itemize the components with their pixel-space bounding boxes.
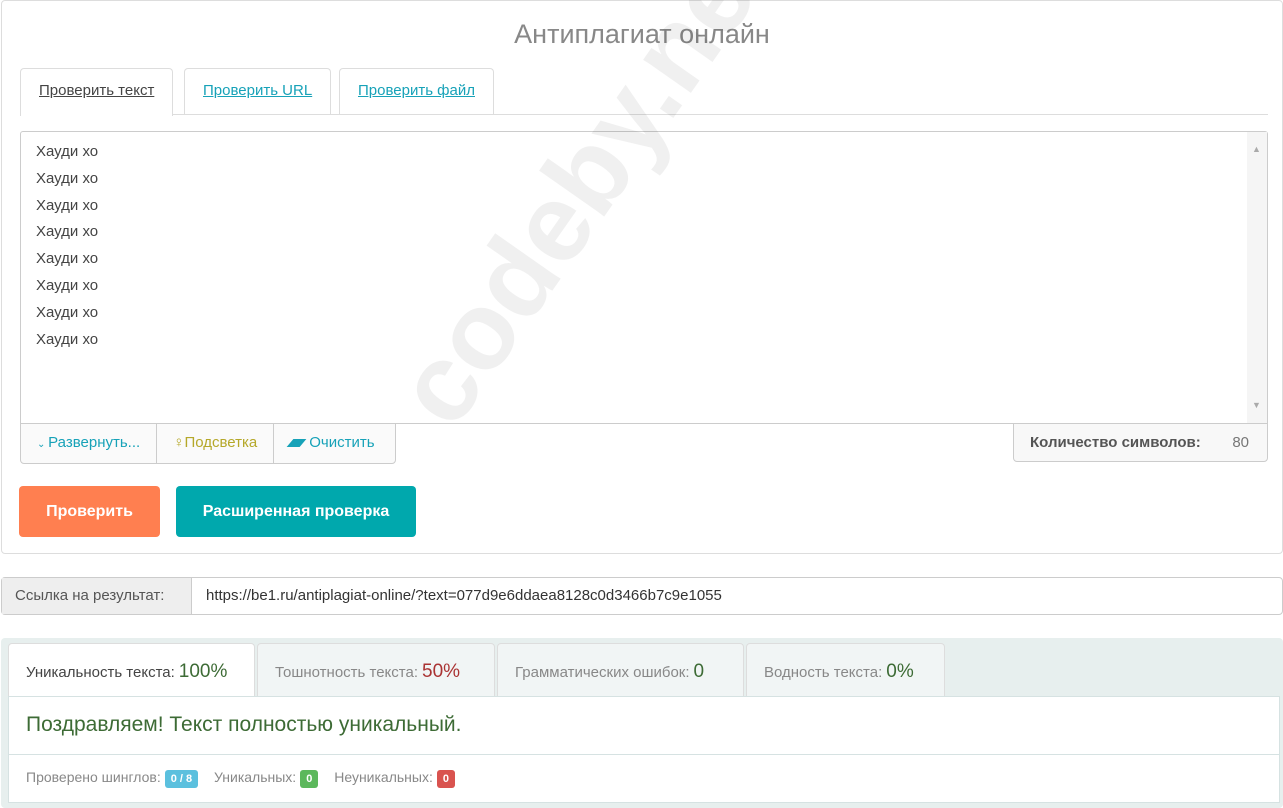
- text-input[interactable]: Хауди хо Хауди хо Хауди хо Хауди хо Хауд…: [20, 131, 1268, 424]
- results-panel: Уникальность текста: 100% Тошнотность тек…: [1, 638, 1283, 808]
- result-message: Поздравляем! Текст полностью уникальный.: [9, 697, 1279, 755]
- water-value: 0%: [886, 661, 914, 682]
- checker-card: Антиплагиат онлайн Проверить текст Прове…: [1, 0, 1283, 554]
- lightbulb-icon: ♀: [173, 434, 185, 451]
- tab-check-url[interactable]: Проверить URL: [184, 68, 332, 115]
- advanced-check-button[interactable]: Расширенная проверка: [176, 486, 416, 537]
- nonunique-badge: 0: [436, 770, 455, 788]
- char-count-value: 80: [1232, 434, 1249, 451]
- page-title: Антиплагиат онлайн: [514, 19, 770, 49]
- result-link-group: Ссылка на результат: https://be1.ru/anti…: [1, 577, 1283, 615]
- tab-check-file[interactable]: Проверить файл: [339, 68, 494, 115]
- results-body: Поздравляем! Текст полностью уникальный.…: [8, 696, 1280, 803]
- tab-grammar[interactable]: Грамматических ошибок: 0: [497, 643, 744, 696]
- highlight-button[interactable]: ♀Подсветка: [157, 424, 275, 463]
- tab-water[interactable]: Водность текста: 0%: [746, 643, 945, 696]
- water-label: Водность текста:: [764, 664, 883, 681]
- clear-label: Очистить: [309, 434, 375, 451]
- tab-nausea[interactable]: Тошнотность текста: 50%: [257, 643, 495, 696]
- scroll-down-icon[interactable]: ▼: [1252, 392, 1261, 419]
- grammar-value: 0: [693, 661, 705, 682]
- clear-button[interactable]: Очистить: [274, 424, 394, 463]
- text-line: Хауди хо: [36, 276, 99, 294]
- nausea-value: 50%: [422, 661, 461, 682]
- check-button[interactable]: Проверить: [19, 486, 160, 537]
- shingle-stats: Проверено шинглов: 0 / 8 Уникальных: 0 Неу…: [9, 755, 1279, 802]
- text-line: Хауди хо: [36, 143, 99, 160]
- chevron-down-icon: ⌄: [37, 439, 49, 450]
- uniqueness-value: 100%: [178, 661, 228, 682]
- text-line: Хауди хо: [36, 196, 99, 214]
- tab-check-text[interactable]: Проверить текст: [20, 68, 174, 116]
- shingles-badge: 0 / 8: [164, 770, 199, 788]
- text-toolbar: ⌄ Развернуть... ♀Подсветка Очистить: [20, 423, 396, 464]
- shingles-label: Проверено шинглов:: [26, 769, 161, 785]
- expand-label: Развернуть...: [48, 434, 141, 451]
- expand-button[interactable]: ⌄ Развернуть...: [21, 424, 158, 463]
- text-line: Хауди хо: [36, 169, 99, 187]
- text-line: Хауди хо: [36, 303, 99, 321]
- unique-badge: 0: [300, 770, 319, 788]
- scroll-up-icon[interactable]: ▲: [1252, 136, 1261, 163]
- text-line: Хауди хо: [36, 250, 99, 268]
- uniqueness-label: Уникальность текста:: [26, 664, 175, 681]
- result-link-label: Ссылка на результат:: [2, 578, 192, 614]
- char-count: Количество символов: 80: [1013, 423, 1268, 462]
- text-line: Хауди хо: [36, 223, 99, 241]
- text-line: Хауди хо: [36, 330, 99, 348]
- tab-uniqueness[interactable]: Уникальность текста: 100%: [8, 643, 255, 697]
- char-count-label: Количество символов:: [1030, 434, 1201, 451]
- highlight-label: Подсветка: [184, 434, 258, 451]
- scrollbar[interactable]: ▲ ▼: [1247, 132, 1267, 423]
- grammar-label: Грамматических ошибок:: [515, 664, 690, 681]
- tab-bar: Проверить текст Проверить URL Проверить …: [20, 68, 1268, 116]
- eraser-icon: [286, 439, 307, 447]
- nausea-label: Тошнотность текста:: [275, 664, 418, 681]
- result-link-input[interactable]: https://be1.ru/antiplagiat-online/?text=…: [192, 578, 736, 614]
- nonunique-label: Неуникальных:: [334, 769, 433, 785]
- unique-label: Уникальных:: [214, 769, 297, 785]
